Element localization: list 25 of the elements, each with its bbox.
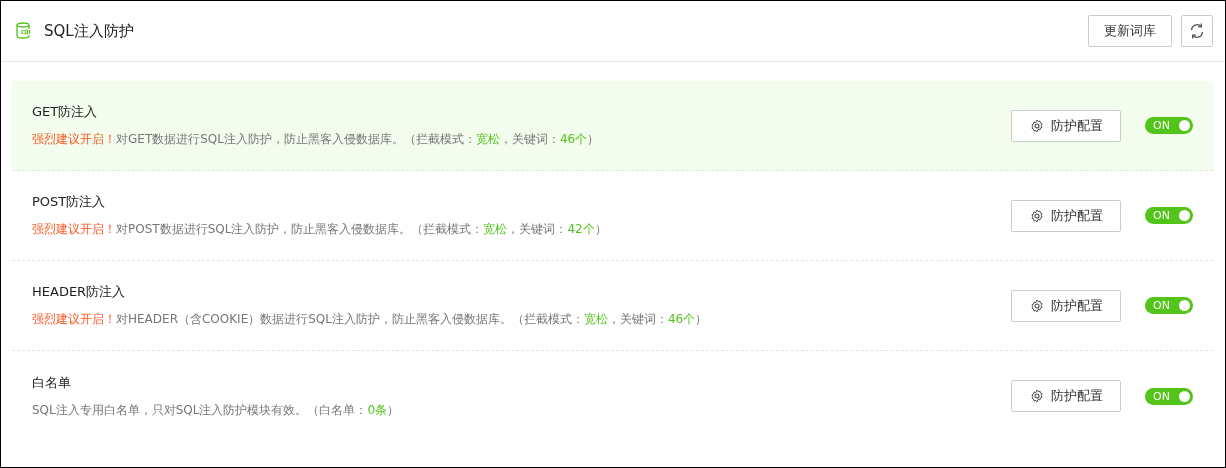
gear-icon — [1029, 208, 1044, 223]
gear-icon — [1029, 298, 1044, 313]
update-library-button[interactable]: 更新词库 — [1088, 15, 1172, 47]
rule-description: 强烈建议开启！对HEADER（含COOKIE）数据进行SQL注入防护，防止黑客入侵数据库。（拦截模式：宽松，关键词：46个） — [32, 311, 709, 328]
rule-row[interactable]: GET防注入 强烈建议开启！对GET数据进行SQL注入防护，防止黑客入侵数据库。（拦截模式：宽松，关键词：46个） 防护配置 ON — [12, 81, 1213, 171]
refresh-button[interactable] — [1181, 15, 1213, 47]
database-icon — [15, 22, 33, 40]
rule-name: GET防注入 — [32, 103, 99, 121]
rule-description: 强烈建议开启！对POST数据进行SQL注入防护，防止黑客入侵数据库。（拦截模式：宽松，关键词：42个） — [32, 221, 608, 238]
rule-name: 白名单 — [32, 373, 72, 392]
rule-name: HEADER防注入 — [32, 283, 127, 301]
gear-icon — [1029, 389, 1044, 403]
rule-row[interactable]: 白名单 SQL注入专用白名单，只对SQL注入防护模块有效。（白名单：0条） 防护配置 ON — [12, 351, 1213, 441]
gear-icon — [1029, 118, 1044, 133]
config-button[interactable]: 防护配置 — [1011, 109, 1121, 142]
config-button[interactable]: 防护配置 — [1011, 289, 1121, 322]
rule-name: POST防注入 — [32, 193, 107, 211]
rule-description: 强烈建议开启！对GET数据进行SQL注入防护，防止黑客入侵数据库。（拦截模式：宽松，关键词：46个） — [32, 131, 601, 148]
page-title: SQL注入防护 — [44, 21, 134, 41]
rule-description: SQL注入专用白名单，只对SQL注入防护模块有效。（白名单：0条） — [32, 401, 401, 419]
refresh-icon — [1188, 22, 1206, 40]
rule-row[interactable]: POST防注入 强烈建议开启！对POST数据进行SQL注入防护，防止黑客入侵数据库。（拦截模式：宽松，关键词：42个） 防护配置 ON — [12, 171, 1213, 261]
config-button[interactable]: 防护配置 — [1011, 380, 1121, 412]
rule-row[interactable]: HEADER防注入 强烈建议开启！对HEADER（含COOKIE）数据进行SQL注入防护，防止黑客入侵数据库。（拦截模式：宽松，关键词：46个） 防护配置 ON — [12, 261, 1213, 351]
config-button[interactable]: 防护配置 — [1011, 199, 1121, 232]
